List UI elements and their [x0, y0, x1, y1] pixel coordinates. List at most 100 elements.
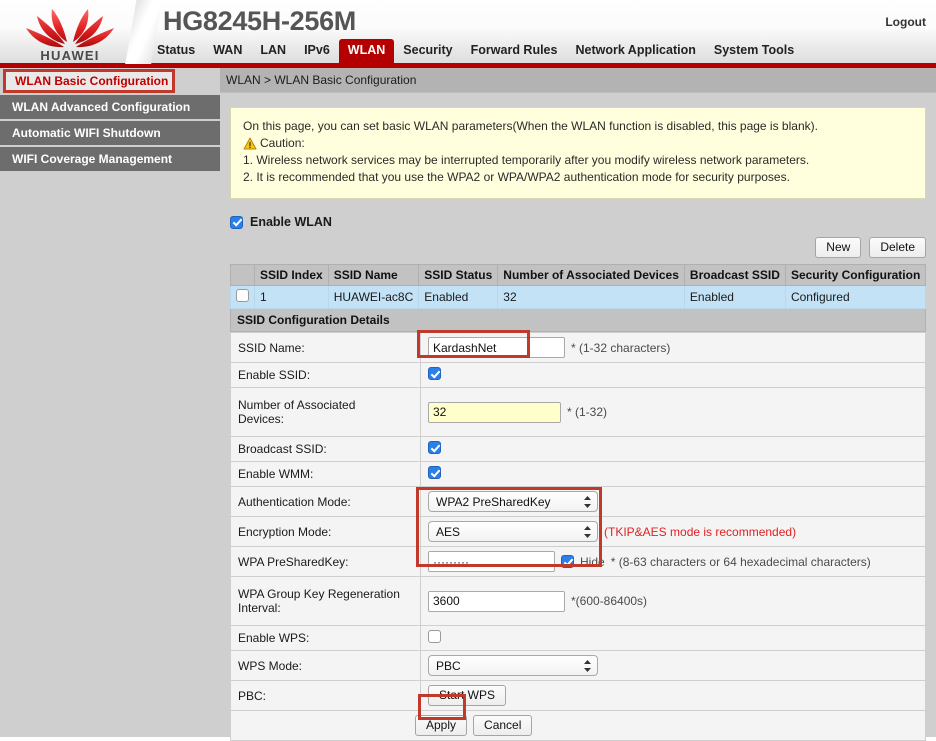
- row-enable-wps: Enable WPS:: [231, 626, 926, 651]
- field-enable-ssid: [421, 363, 926, 388]
- label-pbc: PBC:: [231, 681, 421, 711]
- content-area: WLAN Basic Configuration WLAN Advanced C…: [0, 68, 936, 737]
- cell-broadcast-ssid: Enabled: [684, 286, 785, 309]
- sidebar-item-wlan-advanced-configuration[interactable]: WLAN Advanced Configuration: [0, 95, 220, 119]
- logout-link[interactable]: Logout: [885, 15, 926, 29]
- sidebar-item-wlan-basic-configuration[interactable]: WLAN Basic Configuration: [3, 69, 175, 93]
- apply-button[interactable]: Apply: [415, 715, 467, 736]
- row-encryption-mode: Encryption Mode: AES: [231, 517, 926, 547]
- label-associated-devices-line2: Devices:: [238, 412, 413, 426]
- label-enable-ssid: Enable SSID:: [231, 363, 421, 388]
- nav-network-application[interactable]: Network Application: [566, 39, 704, 63]
- hide-password-label: Hide: [580, 555, 605, 569]
- ssid-details-form: SSID Name: * (1-32 characters) Enable SS…: [230, 332, 926, 741]
- field-enable-wps: [421, 626, 926, 651]
- label-group-key-line2: Interval:: [238, 601, 413, 615]
- header-broadcast-ssid: Broadcast SSID: [684, 265, 785, 286]
- table-header-row: SSID Index SSID Name SSID Status Number …: [231, 265, 926, 286]
- ssid-table: SSID Index SSID Name SSID Status Number …: [230, 264, 926, 309]
- panel: On this page, you can set basic WLAN par…: [220, 93, 936, 741]
- row-enable-wmm: Enable WMM:: [231, 462, 926, 487]
- nav-forward-rules[interactable]: Forward Rules: [462, 39, 567, 63]
- label-enable-wps: Enable WPS:: [231, 626, 421, 651]
- label-wps-mode: WPS Mode:: [231, 651, 421, 681]
- row-group-key-interval: WPA Group Key Regeneration Interval: *(6…: [231, 577, 926, 626]
- field-ssid-name: * (1-32 characters): [421, 333, 926, 363]
- warning-triangle-icon: [243, 137, 257, 150]
- label-associated-devices: Number of Associated Devices:: [231, 388, 421, 437]
- authentication-mode-select[interactable]: WPA2 PreSharedKey: [428, 491, 598, 512]
- label-broadcast-ssid: Broadcast SSID:: [231, 437, 421, 462]
- start-wps-button[interactable]: Start WPS: [428, 685, 506, 706]
- associated-devices-hint: * (1-32): [567, 405, 607, 419]
- header-associated-devices: Number of Associated Devices: [498, 265, 685, 286]
- field-associated-devices: * (1-32): [421, 388, 926, 437]
- group-key-interval-input[interactable]: [428, 591, 565, 612]
- main-navigation: Status WAN LAN IPv6 WLAN Security Forwar…: [148, 39, 803, 63]
- preshared-key-hint: * (8-63 characters or 64 hexadecimal cha…: [611, 555, 871, 569]
- row-select-cell: [231, 286, 255, 309]
- nav-security[interactable]: Security: [394, 39, 461, 63]
- breadcrumb: WLAN > WLAN Basic Configuration: [220, 68, 936, 93]
- field-pbc: Start WPS: [421, 681, 926, 711]
- ssid-name-input[interactable]: [428, 337, 565, 358]
- nav-ipv6[interactable]: IPv6: [295, 39, 339, 63]
- cell-ssid-index: 1: [255, 286, 329, 309]
- field-authentication-mode: WPA2 PreSharedKey: [421, 487, 926, 517]
- enable-wlan-checkbox[interactable]: [230, 216, 243, 229]
- enable-wmm-checkbox[interactable]: [428, 466, 441, 479]
- nav-system-tools[interactable]: System Tools: [705, 39, 803, 63]
- row-ssid-name: SSID Name: * (1-32 characters): [231, 333, 926, 363]
- nav-wlan[interactable]: WLAN: [339, 39, 395, 63]
- new-button[interactable]: New: [815, 237, 861, 258]
- enable-wlan-row: Enable WLAN: [230, 215, 926, 229]
- wps-mode-select[interactable]: PBC: [428, 655, 598, 676]
- form-actions-cell: Apply Cancel: [231, 711, 926, 741]
- associated-devices-input[interactable]: [428, 402, 561, 423]
- label-authentication-mode: Authentication Mode:: [231, 487, 421, 517]
- notice-box: On this page, you can set basic WLAN par…: [230, 107, 926, 199]
- label-preshared-key: WPA PreSharedKey:: [231, 547, 421, 577]
- encryption-mode-select[interactable]: AES: [428, 521, 598, 542]
- label-encryption-mode: Encryption Mode:: [231, 517, 421, 547]
- notice-line-1: On this page, you can set basic WLAN par…: [243, 118, 913, 135]
- label-group-key-interval: WPA Group Key Regeneration Interval:: [231, 577, 421, 626]
- label-ssid-name: SSID Name:: [231, 333, 421, 363]
- delete-button[interactable]: Delete: [869, 237, 926, 258]
- label-enable-wmm: Enable WMM:: [231, 462, 421, 487]
- table-row[interactable]: 1 HUAWEI-ac8C Enabled 32 Enabled Configu…: [231, 286, 926, 309]
- label-group-key-line1: WPA Group Key Regeneration: [238, 587, 413, 601]
- enable-wps-checkbox[interactable]: [428, 630, 441, 643]
- field-group-key-interval: *(600-86400s): [421, 577, 926, 626]
- details-section-title: SSID Configuration Details: [230, 309, 926, 332]
- enable-wlan-label: Enable WLAN: [250, 215, 332, 229]
- nav-lan[interactable]: LAN: [251, 39, 295, 63]
- sidebar-item-wifi-coverage-management[interactable]: WIFI Coverage Management: [0, 147, 220, 171]
- nav-status[interactable]: Status: [148, 39, 204, 63]
- field-enable-wmm: [421, 462, 926, 487]
- cancel-button[interactable]: Cancel: [473, 715, 532, 736]
- notice-caution-label: Caution:: [260, 135, 305, 152]
- broadcast-ssid-checkbox[interactable]: [428, 441, 441, 454]
- notice-line-2: 1. Wireless network services may be inte…: [243, 152, 913, 169]
- cell-associated-devices: 32: [498, 286, 685, 309]
- svg-text:HUAWEI: HUAWEI: [40, 48, 99, 63]
- header-ssid-name: SSID Name: [328, 265, 419, 286]
- hide-password-checkbox[interactable]: [561, 555, 574, 568]
- sidebar-item-automatic-wifi-shutdown[interactable]: Automatic WIFI Shutdown: [0, 121, 220, 145]
- preshared-key-input[interactable]: [428, 551, 555, 572]
- row-select-checkbox[interactable]: [236, 289, 249, 302]
- nav-wan[interactable]: WAN: [204, 39, 251, 63]
- notice-line-3: 2. It is recommended that you use the WP…: [243, 169, 913, 186]
- encryption-mode-hint: (TKIP&AES mode is recommended): [604, 525, 796, 539]
- cell-ssid-name: HUAWEI-ac8C: [328, 286, 419, 309]
- label-associated-devices-line1: Number of Associated: [238, 398, 413, 412]
- header-ssid-index: SSID Index: [255, 265, 329, 286]
- cell-ssid-status: Enabled: [419, 286, 498, 309]
- row-preshared-key: WPA PreSharedKey: Hide * (8-63 character…: [231, 547, 926, 577]
- field-wps-mode: PBC: [421, 651, 926, 681]
- row-enable-ssid: Enable SSID:: [231, 363, 926, 388]
- row-form-actions: Apply Cancel: [231, 711, 926, 741]
- row-authentication-mode: Authentication Mode: WPA2 PreSharedKey: [231, 487, 926, 517]
- enable-ssid-checkbox[interactable]: [428, 367, 441, 380]
